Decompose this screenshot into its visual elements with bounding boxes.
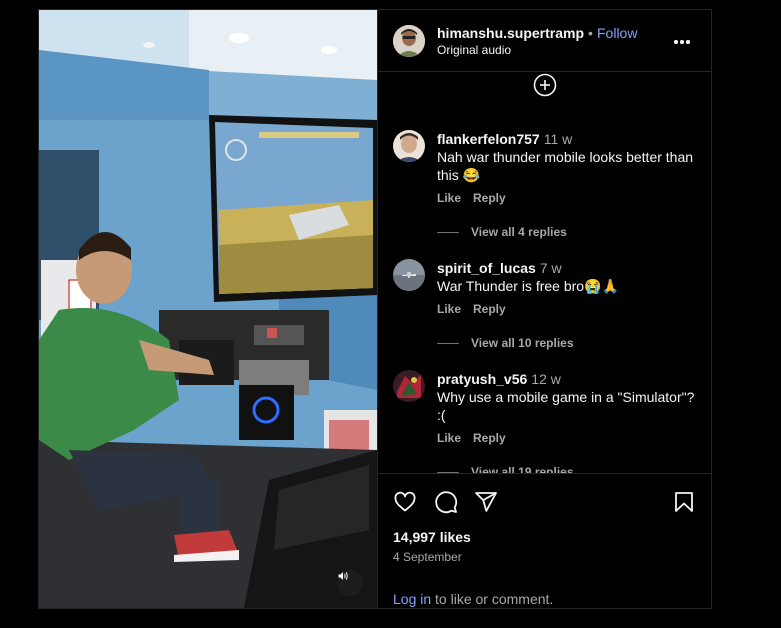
video-player[interactable] bbox=[39, 10, 377, 608]
audio-toggle-button[interactable] bbox=[337, 570, 363, 596]
speaker-icon bbox=[338, 572, 348, 580]
comment-like-button[interactable]: Like bbox=[437, 431, 461, 445]
comment-body: spirit_of_lucas 7 w War Thunder is free b… bbox=[437, 259, 702, 295]
likes-count[interactable]: 14,997 likes bbox=[393, 529, 471, 545]
video-frame bbox=[39, 10, 377, 608]
more-horizontal-icon[interactable] bbox=[674, 38, 696, 46]
comment-time[interactable]: 12 w bbox=[531, 371, 561, 387]
author-username[interactable]: himanshu.supertramp bbox=[437, 25, 584, 41]
login-prompt: Log in to like or comment. bbox=[393, 591, 553, 607]
comment-like-button[interactable]: Like bbox=[437, 191, 461, 205]
comment-text: War Thunder is free bro😭🙏 bbox=[437, 278, 619, 294]
view-replies-button[interactable]: View all 4 replies bbox=[437, 225, 567, 239]
audio-label[interactable]: Original audio bbox=[437, 43, 511, 57]
comment-avatar[interactable] bbox=[393, 130, 425, 162]
view-replies-button[interactable]: View all 19 replies bbox=[437, 465, 574, 473]
view-replies-label: View all 10 replies bbox=[471, 336, 574, 350]
post-header: himanshu.supertramp • Follow Original au… bbox=[378, 10, 711, 72]
send-icon[interactable] bbox=[474, 490, 498, 514]
plus-circle-icon[interactable] bbox=[533, 73, 557, 97]
view-replies-button[interactable]: View all 10 replies bbox=[437, 336, 574, 350]
commenter-avatar-image bbox=[393, 259, 425, 291]
heart-icon[interactable] bbox=[393, 490, 417, 514]
comment-reply-button[interactable]: Reply bbox=[473, 431, 506, 445]
comment-body: flankerfelon757 11 w Nah war thunder mobi… bbox=[437, 130, 702, 184]
commenter-avatar-image bbox=[393, 370, 425, 402]
comment-reply-button[interactable]: Reply bbox=[473, 302, 506, 316]
post-container: himanshu.supertramp • Follow Original au… bbox=[38, 9, 712, 609]
comments-list: flankerfelon757 11 w Nah war thunder mobi… bbox=[378, 73, 711, 473]
comment-reply-button[interactable]: Reply bbox=[473, 191, 506, 205]
comment-actions: Like Reply bbox=[437, 431, 518, 445]
comment-username[interactable]: spirit_of_lucas bbox=[437, 260, 536, 276]
comment-icon[interactable] bbox=[434, 490, 458, 514]
view-replies-label: View all 19 replies bbox=[471, 465, 574, 473]
login-prompt-text: to like or comment. bbox=[431, 591, 554, 607]
commenter-avatar-image bbox=[393, 130, 425, 162]
comment-avatar[interactable] bbox=[393, 259, 425, 291]
post-details-panel: himanshu.supertramp • Follow Original au… bbox=[377, 10, 711, 608]
comment-username[interactable]: flankerfelon757 bbox=[437, 131, 540, 147]
post-date[interactable]: 4 September bbox=[393, 550, 462, 564]
comment-actions: Like Reply bbox=[437, 191, 518, 205]
comment-time[interactable]: 7 w bbox=[540, 260, 562, 276]
comment-username[interactable]: pratyush_v56 bbox=[437, 371, 527, 387]
author-avatar-image bbox=[393, 25, 425, 57]
view-replies-label: View all 4 replies bbox=[471, 225, 567, 239]
comment-body: pratyush_v56 12 w Why use a mobile game i… bbox=[437, 370, 702, 424]
comment-text: Why use a mobile game in a "Simulator"? … bbox=[437, 389, 695, 423]
author-avatar[interactable] bbox=[393, 25, 425, 57]
comment-avatar[interactable] bbox=[393, 370, 425, 402]
replies-divider bbox=[437, 342, 459, 344]
login-link[interactable]: Log in bbox=[393, 591, 431, 607]
comment-text: Nah war thunder mobile looks better than… bbox=[437, 149, 694, 183]
post-footer: 14,997 likes 4 September Log in to like … bbox=[378, 473, 711, 608]
comment-time[interactable]: 11 w bbox=[544, 131, 573, 147]
header-separator: • bbox=[588, 25, 593, 41]
comment-actions: Like Reply bbox=[437, 302, 518, 316]
replies-divider bbox=[437, 231, 459, 233]
bookmark-icon[interactable] bbox=[672, 490, 696, 514]
comment-like-button[interactable]: Like bbox=[437, 302, 461, 316]
follow-button[interactable]: Follow bbox=[597, 25, 637, 41]
